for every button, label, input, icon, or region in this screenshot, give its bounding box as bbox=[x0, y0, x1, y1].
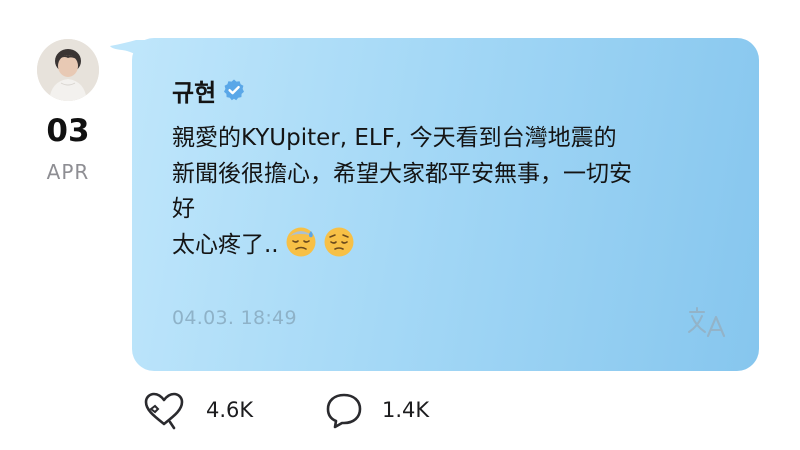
date-day: 03 bbox=[46, 113, 90, 149]
avatar-photo bbox=[37, 39, 99, 101]
message-line: 好 bbox=[172, 196, 195, 222]
comment-bubble-icon bbox=[326, 393, 362, 429]
message-line: 新聞後很擔心，希望大家都平安無事，一切安 bbox=[172, 160, 632, 187]
chat-screen: 03 APR 규현 親愛的KYUpiter, ELF, 今天看到台灣地震的 新聞… bbox=[0, 0, 800, 450]
like-count: 4.6K bbox=[206, 398, 254, 422]
pensive-face-icon bbox=[324, 227, 354, 257]
heart-sparkle-icon bbox=[144, 392, 184, 430]
comment-count: 1.4K bbox=[382, 398, 430, 422]
avatar[interactable] bbox=[37, 39, 99, 101]
comment-button[interactable]: 1.4K bbox=[324, 390, 429, 430]
message-line: 太心疼了.. bbox=[172, 231, 279, 258]
message-line-with-emoji: 太心疼了.. bbox=[172, 227, 732, 264]
sender-row: 규현 bbox=[172, 73, 246, 107]
verified-badge-icon bbox=[224, 79, 245, 101]
message-text: 親愛的KYUpiter, ELF, 今天看到台灣地震的 新聞後很擔心，希望大家都… bbox=[172, 121, 732, 263]
message-line: 親愛的KYUpiter, ELF, 今天看到台灣地震的 bbox=[172, 125, 617, 151]
like-button[interactable]: 4.6K bbox=[140, 390, 253, 430]
date-month: APR bbox=[46, 160, 90, 184]
downcast-face-with-sweat-icon bbox=[286, 227, 316, 257]
sender-name[interactable]: 규현 bbox=[172, 73, 216, 108]
message-timestamp: 04.03. 18:49 bbox=[172, 307, 297, 329]
translate-icon[interactable] bbox=[686, 304, 728, 338]
